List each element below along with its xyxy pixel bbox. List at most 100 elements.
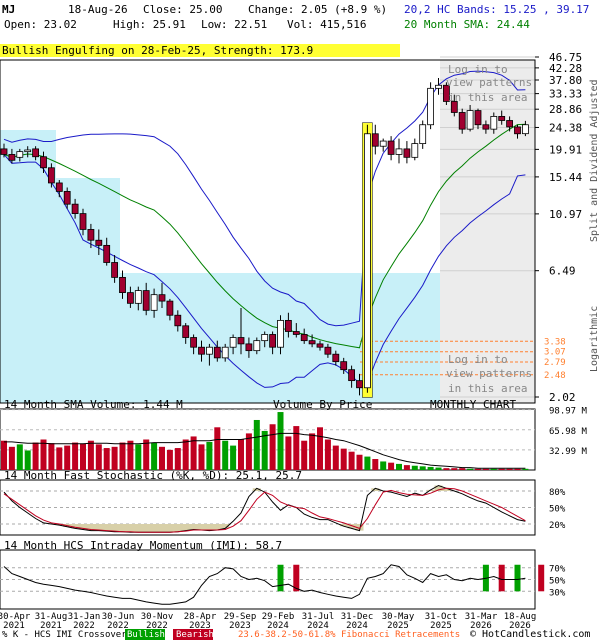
candle-body (119, 276, 126, 294)
volume-bar (103, 448, 110, 470)
volume-bar (48, 443, 55, 470)
candle-body (16, 151, 24, 158)
fib-label: 2.79 (544, 358, 566, 368)
volume-bar (253, 419, 260, 470)
login-note-top-2: view patterns (446, 76, 532, 89)
volume-bar (64, 445, 71, 470)
candle-body (87, 229, 95, 241)
price-tick-label: 10.97 (549, 208, 582, 221)
volume-panel: 98.97 M 65.98 M 32.99 M 14 Month SMA Volum… (0, 398, 588, 471)
volume-bar (143, 439, 150, 470)
candle-body (269, 334, 277, 348)
candle-body (284, 319, 292, 332)
candle-body (522, 124, 529, 135)
candle-body (277, 319, 284, 348)
volume-bar (475, 468, 481, 470)
bearish-label: Bearish (176, 630, 214, 640)
volume-bar (356, 454, 363, 470)
login-note-bottom-3: in this area (448, 382, 527, 395)
price-tick-label: 33.33 (549, 88, 582, 101)
volume-bar (277, 412, 284, 470)
volume-bar (285, 436, 292, 470)
price-tick-label: 37.80 (549, 74, 582, 87)
volume-bar (372, 459, 379, 470)
candle-body (253, 340, 261, 352)
volume-bar (127, 440, 134, 470)
right-axis-label: Split and Dividend Adjusted (589, 79, 600, 242)
candle-body (490, 116, 498, 130)
volume-bar (459, 468, 466, 470)
volume-bar (443, 468, 450, 470)
imi-signal (277, 564, 284, 592)
candle-body (332, 353, 340, 363)
price-tick-label: 19.91 (549, 143, 582, 156)
volume-bar (309, 433, 316, 470)
volume-bar (95, 444, 102, 470)
footer-crossover: % K - HCS IMI Crossover: (2, 630, 132, 640)
candle-body (379, 140, 387, 147)
candle-body (127, 292, 134, 304)
stochastic-tick-label: 20% (549, 521, 566, 531)
monthly-label: MONTHLY CHART (430, 398, 516, 411)
volume-bar (261, 430, 268, 470)
volume-title: 14 Month SMA Volume: 1.44 M (4, 398, 183, 411)
header-high: High: 25.91 (113, 18, 186, 31)
log-label: Logarithmic (589, 306, 600, 372)
candle-body (24, 149, 32, 153)
volume-tick-label: 98.97 M (549, 407, 588, 417)
volume-bar (269, 424, 276, 470)
candle-body (213, 346, 221, 359)
volume-bar (411, 465, 418, 470)
stochastic-title: 14 Month Fast Stochastic (%K, %D): 25.1,… (4, 469, 302, 482)
volume-bar (230, 445, 237, 470)
price-tick-label: 42.28 (549, 62, 582, 75)
copyright: © HotCandlestick.com (470, 629, 590, 640)
login-note-top-1: Log in to (448, 63, 508, 76)
candle-body (198, 346, 205, 355)
candle-body (150, 294, 158, 311)
volume-bar (238, 439, 244, 470)
volume-bar (174, 448, 181, 470)
price-tick-label: 24.38 (549, 121, 582, 134)
candle-body (245, 343, 253, 352)
header-hc-bands: 20,2 HC Bands: 15.25 , 39.17 (404, 3, 589, 16)
header-date: 18-Aug-26 (68, 3, 128, 16)
volume-bar (72, 442, 79, 470)
candle-body (71, 203, 79, 214)
candle-body (134, 290, 142, 304)
candle-body (419, 124, 427, 145)
volume-bar (159, 446, 165, 470)
candle-body (498, 116, 506, 121)
volume-bar (324, 439, 331, 470)
price-tick-label: 28.86 (549, 103, 582, 116)
volume-bar (427, 466, 434, 470)
volume-bar (198, 444, 205, 470)
volume-bar (522, 468, 529, 470)
fib-label: 3.38 (544, 337, 566, 347)
candle-body (48, 167, 55, 184)
bullish-label: Bullish (127, 630, 165, 640)
candle-body (0, 148, 8, 155)
header-symbol: MJ (2, 3, 15, 16)
price-tick-label: 2.02 (549, 391, 576, 404)
volume-bar (403, 465, 410, 470)
candle-body (174, 314, 182, 327)
stochastic-tick-label: 80% (549, 488, 566, 498)
volume-bar (1, 440, 7, 470)
volume-bar (380, 461, 387, 470)
x-axis: 30-Apr202131-Aug202131-Jan202230-Jun2022… (0, 612, 536, 631)
fib-label: 2.48 (544, 371, 566, 381)
candle-body (411, 143, 419, 158)
stock-chart: MJ 18-Aug-26 Close: 25.00 Change: 2.05 (… (0, 3, 600, 640)
candle-body (506, 120, 514, 128)
candle-body (229, 337, 237, 348)
price-tick-label: 6.49 (549, 265, 576, 278)
volume-bar (111, 446, 118, 470)
login-note-bottom-2: view patterns (446, 367, 532, 380)
imi-signal (538, 564, 545, 592)
volume-bar (301, 440, 308, 470)
volume-bar (396, 463, 402, 470)
candle-body (79, 213, 87, 230)
volume-bar (32, 442, 39, 470)
candle-body (95, 239, 103, 246)
